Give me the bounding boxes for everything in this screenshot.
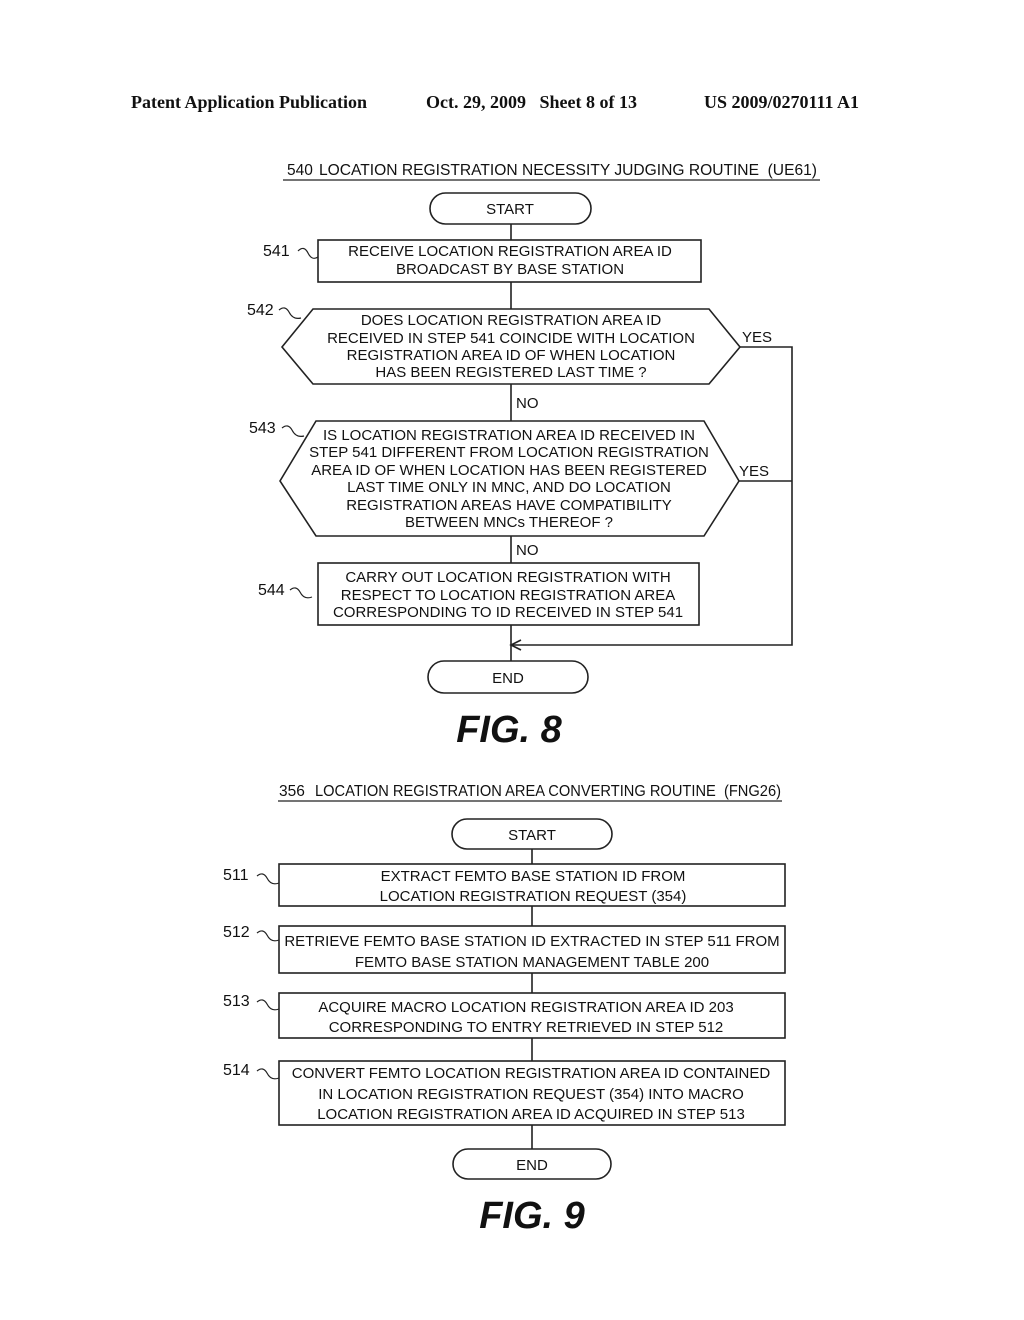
step-line: RESPECT TO LOCATION REGISTRATION AREA <box>341 587 676 604</box>
step-line: ACQUIRE MACRO LOCATION REGISTRATION AREA… <box>318 999 733 1016</box>
step-514: CONVERT FEMTO LOCATION REGISTRATION AREA… <box>223 1060 786 1126</box>
step-line: FEMTO BASE STATION MANAGEMENT TABLE 200 <box>355 954 709 971</box>
step-line: CORRESPONDING TO ID RECEIVED IN STEP 541 <box>333 604 683 621</box>
step-541: RECEIVE LOCATION REGISTRATION AREA ID BR… <box>263 239 702 283</box>
step-line: RETRIEVE FEMTO BASE STATION ID EXTRACTED… <box>284 933 779 950</box>
step-line: STEP 541 DIFFERENT FROM LOCATION REGISTR… <box>309 444 709 461</box>
step-line: CONVERT FEMTO LOCATION REGISTRATION AREA… <box>292 1065 771 1082</box>
publication-label: Patent Application Publication <box>131 92 367 112</box>
yes-label: YES <box>742 329 772 346</box>
step-line: IN LOCATION REGISTRATION REQUEST (354) I… <box>318 1086 744 1103</box>
figure-8: 540 LOCATION REGISTRATION NECESSITY JUDG… <box>247 162 820 751</box>
end-label: END <box>516 1157 548 1174</box>
step-544: CARRY OUT LOCATION REGISTRATION WITH RES… <box>258 562 700 626</box>
step-line: BETWEEN MNCs THEREOF ? <box>405 514 613 531</box>
step-line: CORRESPONDING TO ENTRY RETRIEVED IN STEP… <box>329 1019 724 1036</box>
step-line: RECEIVED IN STEP 541 COINCIDE WITH LOCAT… <box>327 330 695 347</box>
step-line: EXTRACT FEMTO BASE STATION ID FROM <box>381 868 686 885</box>
fig8-title-text: LOCATION REGISTRATION NECESSITY JUDGING … <box>319 162 817 179</box>
end-label: END <box>492 670 524 687</box>
step-ref-number: 512 <box>223 924 250 941</box>
start-label: START <box>508 827 556 844</box>
step-ref-number: 542 <box>247 302 274 319</box>
step-ref-number: 543 <box>249 420 276 437</box>
patent-sheet: Patent Application Publication Oct. 29, … <box>131 92 859 1237</box>
step-ref-number: 544 <box>258 582 285 599</box>
leader-line <box>256 930 280 942</box>
step-ref-number: 514 <box>223 1062 250 1079</box>
fig8-start-terminal: START <box>429 192 592 225</box>
leader-line <box>256 999 280 1011</box>
step-513: ACQUIRE MACRO LOCATION REGISTRATION AREA… <box>223 992 786 1039</box>
step-511: EXTRACT FEMTO BASE STATION ID FROM LOCAT… <box>223 863 786 907</box>
page-header: Patent Application Publication Oct. 29, … <box>131 92 859 112</box>
date-sheet-label: Oct. 29, 2009 Sheet 8 of 13 <box>426 92 637 112</box>
fig8-caption: FIG. 8 <box>456 709 562 751</box>
step-line: CARRY OUT LOCATION REGISTRATION WITH <box>345 569 670 586</box>
step-line: LAST TIME ONLY IN MNC, AND DO LOCATION <box>347 479 671 496</box>
start-label: START <box>486 201 534 218</box>
step-line: IS LOCATION REGISTRATION AREA ID RECEIVE… <box>323 427 695 444</box>
leader-line <box>297 247 319 259</box>
step-542: DOES LOCATION REGISTRATION AREA ID RECEI… <box>247 302 772 412</box>
step-ref-number: 511 <box>223 867 249 884</box>
yes-label: YES <box>739 463 769 480</box>
publication-number: US 2009/0270111 A1 <box>704 92 859 112</box>
fig9-title: 356 LOCATION REGISTRATION AREA CONVERTIN… <box>278 783 782 802</box>
fig9-end-terminal: END <box>452 1148 612 1180</box>
step-line: REGISTRATION AREAS HAVE COMPATIBILITY <box>346 497 672 514</box>
no-label: NO <box>516 542 539 559</box>
step-ref-number: 541 <box>263 243 290 260</box>
fig9-caption: FIG. 9 <box>479 1195 585 1237</box>
step-line: BROADCAST BY BASE STATION <box>396 261 624 278</box>
step-line: DOES LOCATION REGISTRATION AREA ID <box>361 312 661 329</box>
step-line: HAS BEEN REGISTERED LAST TIME ? <box>375 364 646 381</box>
fig8-title: 540 LOCATION REGISTRATION NECESSITY JUDG… <box>283 162 820 181</box>
leader-line <box>289 587 313 599</box>
step-line: AREA ID OF WHEN LOCATION HAS BEEN REGIST… <box>311 462 707 479</box>
fig9-title-text: LOCATION REGISTRATION AREA CONVERTING RO… <box>315 783 781 800</box>
leader-line <box>256 1068 280 1080</box>
fig8-title-number: 540 <box>287 162 313 179</box>
step-line: LOCATION REGISTRATION REQUEST (354) <box>380 888 687 905</box>
step-line: REGISTRATION AREA ID OF WHEN LOCATION <box>347 347 676 364</box>
figure-9: 356 LOCATION REGISTRATION AREA CONVERTIN… <box>223 783 786 1237</box>
fig9-start-terminal: START <box>451 818 613 850</box>
step-543: IS LOCATION REGISTRATION AREA ID RECEIVE… <box>249 420 769 559</box>
step-line: RECEIVE LOCATION REGISTRATION AREA ID <box>348 243 672 260</box>
leader-line <box>281 425 305 437</box>
fig9-title-number: 356 <box>279 783 305 800</box>
step-ref-number: 513 <box>223 993 250 1010</box>
leader-line <box>256 873 280 885</box>
fig8-end-terminal: END <box>427 660 589 694</box>
step-512: RETRIEVE FEMTO BASE STATION ID EXTRACTED… <box>223 924 786 974</box>
leader-line <box>278 307 302 319</box>
step-line: LOCATION REGISTRATION AREA ID ACQUIRED I… <box>317 1106 745 1123</box>
no-label: NO <box>516 395 539 412</box>
